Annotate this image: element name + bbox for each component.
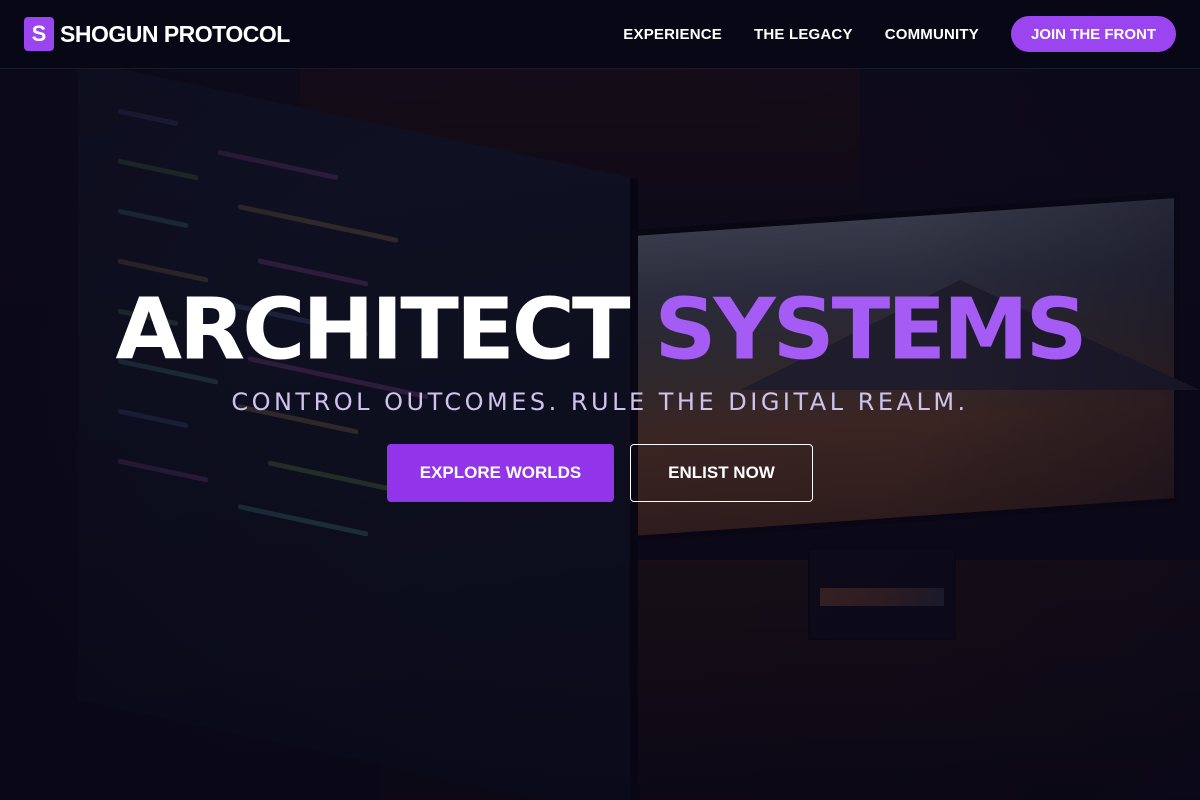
brand-mark-icon: S (24, 17, 54, 51)
hero-actions: EXPLORE WORLDS ENLIST NOW (0, 444, 1200, 502)
hero-title: ARCHITECT SYSTEMS (0, 281, 1200, 379)
nav-menu: EXPERIENCE THE LEGACY COMMUNITY JOIN THE… (623, 16, 1176, 52)
enlist-now-button[interactable]: ENLIST NOW (630, 444, 813, 502)
brand-logo[interactable]: S SHOGUN PROTOCOL (24, 17, 290, 51)
top-navbar: S SHOGUN PROTOCOL EXPERIENCE THE LEGACY … (0, 0, 1200, 69)
nav-link-the-legacy[interactable]: THE LEGACY (754, 26, 853, 43)
hero-title-white: ARCHITECT (115, 281, 630, 379)
nav-link-experience[interactable]: EXPERIENCE (623, 26, 722, 43)
join-the-front-button[interactable]: JOIN THE FRONT (1010, 16, 1176, 52)
nav-link-community[interactable]: COMMUNITY (885, 26, 979, 43)
explore-worlds-button[interactable]: EXPLORE WORLDS (387, 444, 614, 502)
landing-page: S SHOGUN PROTOCOL EXPERIENCE THE LEGACY … (0, 0, 1200, 800)
hero-section: ARCHITECT SYSTEMS CONTROL OUTCOMES. RULE… (0, 280, 1200, 502)
hero-title-purple: SYSTEMS (654, 281, 1087, 379)
hero-subtitle: CONTROL OUTCOMES. RULE THE DIGITAL REALM… (231, 388, 969, 416)
brand-name: SHOGUN PROTOCOL (60, 20, 290, 47)
